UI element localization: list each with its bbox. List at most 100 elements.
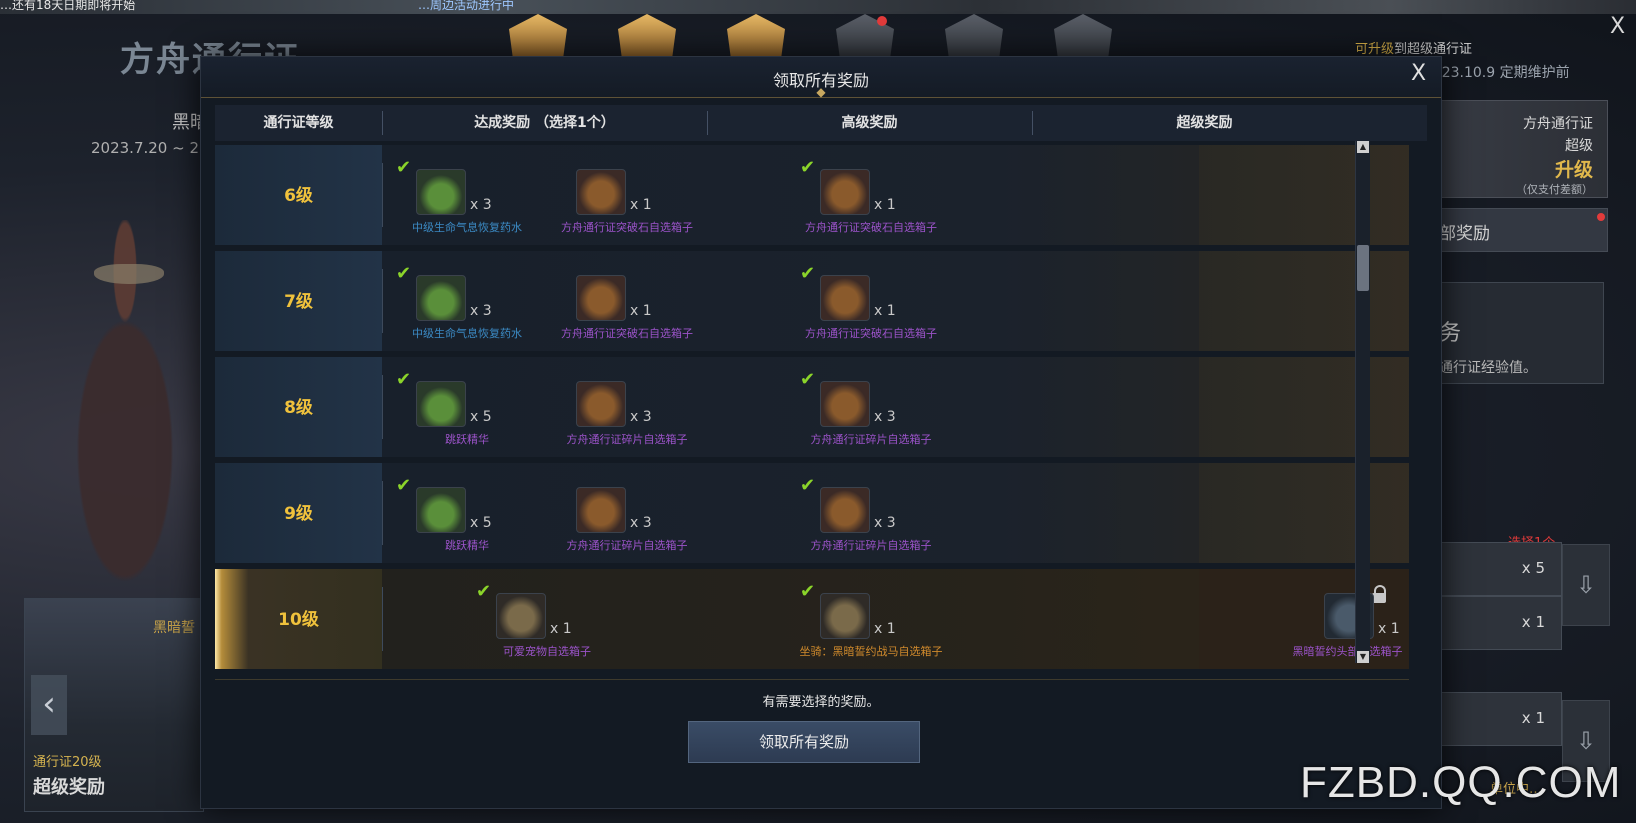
item-name: 方舟通行证碎片自选箱子 <box>566 433 688 446</box>
claim-all-modal: 领取所有奖励 ◆ X 通行证等级 达成奖励 （选择1个） 高级奖励 超级奖励 6… <box>200 56 1442 809</box>
item-name: 跳跃精华 <box>445 539 489 552</box>
col-super-reward: 超级奖励 <box>1176 115 1233 131</box>
window-close-button[interactable]: X <box>1610 14 1625 39</box>
season-dates: 2023.7.20 ~ 20 <box>91 139 209 157</box>
check-icon: ✔ <box>800 157 816 178</box>
top-notice-strip: …还有18天日期即将开始 …周边活动进行中 <box>0 0 1636 14</box>
reward-item[interactable]: ✔ x 5 跳跃精华 <box>382 369 552 449</box>
super-cell <box>1199 145 1409 245</box>
item-name: 可爱宠物自选箱子 <box>503 645 591 658</box>
reward-row: 6级 ✔ x 3 中级生命气息恢复药水 x 1 方舟通行证突破石自选箱子 ✔ x 1 方舟通行证… <box>215 145 1409 245</box>
row-body: ✔ x 3 中级生命气息恢复药水 x 1 方舟通行证突破石自选箱子 ✔ x 1 方舟通行证突破… <box>382 145 1409 245</box>
reward-item[interactable]: ✔ x 1 可爱宠物自选箱子 <box>462 581 632 661</box>
item-qty: x 3 <box>630 409 652 425</box>
scrollbar[interactable]: ▲ ▼ <box>1355 141 1370 663</box>
lock-icon <box>1372 585 1386 603</box>
upgrade-panel-title: 方舟通行证 <box>1523 116 1593 132</box>
row-body: ✔ x 5 跳跃精华 x 3 方舟通行证碎片自选箱子 ✔ x 3 方舟通行证碎片自选箱子 <box>382 463 1409 563</box>
reward-item[interactable]: x 1 方舟通行证突破石自选箱子 <box>542 263 712 343</box>
scroll-thumb[interactable] <box>1357 245 1369 291</box>
ornament-icon: ◆ <box>816 85 826 99</box>
check-icon: ✔ <box>800 369 816 390</box>
item-name: 方舟通行证突破石自选箱子 <box>561 327 693 340</box>
reward-item[interactable]: ✔ x 3 中级生命气息恢复药水 <box>382 263 552 343</box>
super-cell <box>1199 251 1409 351</box>
reward-item[interactable]: x 3 方舟通行证碎片自选箱子 <box>542 475 712 555</box>
reward-item[interactable]: ✔ x 1 方舟通行证突破石自选箱子 <box>786 263 956 343</box>
row-body: ✔ x 5 跳跃精华 x 3 方舟通行证碎片自选箱子 ✔ x 3 方舟通行证碎片自选箱子 <box>382 357 1409 457</box>
reward-item[interactable]: x 1 方舟通行证突破石自选箱子 <box>542 157 712 237</box>
item-qty: x 3 <box>630 515 652 531</box>
level-cell: 8级 <box>215 357 382 457</box>
potion-icon <box>416 275 466 321</box>
item-qty: x 5 <box>470 409 492 425</box>
reward-item[interactable]: ✔ x 5 跳跃精华 <box>382 475 552 555</box>
level-cell: 6级 <box>215 145 382 245</box>
item-qty: x 5 <box>470 515 492 531</box>
column-headers: 通行证等级 达成奖励 （选择1个） 高级奖励 超级奖励 <box>215 105 1427 141</box>
col-achieve-reward: 达成奖励 （选择1个） <box>474 115 615 131</box>
item-name: 方舟通行证碎片自选箱子 <box>810 539 932 552</box>
reward-row: 9级 ✔ x 5 跳跃精华 x 3 方舟通行证碎片自选箱子 ✔ x 3 方舟通行证碎片自选箱子 <box>215 463 1409 563</box>
task-title: 务 <box>1439 321 1462 346</box>
reward-row: 8级 ✔ x 5 跳跃精华 x 3 方舟通行证碎片自选箱子 ✔ x 3 方舟通行证碎片自选箱子 <box>215 357 1409 457</box>
row-divider <box>382 269 383 333</box>
helm-icon <box>496 593 546 639</box>
level-label: 7级 <box>284 292 313 312</box>
upgrade-panel-tier: 超级 <box>1565 138 1593 154</box>
level-cell: 9级 <box>215 463 382 563</box>
item-qty: x 3 <box>874 409 896 425</box>
reward-rows: 6级 ✔ x 3 中级生命气息恢复药水 x 1 方舟通行证突破石自选箱子 ✔ x 1 方舟通行证… <box>215 145 1409 690</box>
reward-item[interactable]: ✔ x 1 坐骑：黑暗誓约战马自选箱子 <box>786 581 956 661</box>
item-name: 方舟通行证突破石自选箱子 <box>805 221 937 234</box>
close-icon[interactable]: X <box>1411 61 1426 86</box>
check-icon: ✔ <box>396 475 412 496</box>
chest-icon <box>576 169 626 215</box>
item-name: 坐骑：黑暗誓约战马自选箱子 <box>799 645 943 658</box>
chest-icon <box>820 169 870 215</box>
left-reward-card[interactable]: 黑暗誓 ‹ 通行证20级 超级奖励 <box>24 598 204 812</box>
item-qty: x 3 <box>874 515 896 531</box>
col-premium-reward: 高级奖励 <box>841 115 898 131</box>
item-qty: x 3 <box>470 197 492 213</box>
download-icon[interactable]: ⇩ <box>1562 544 1610 626</box>
item-name: 跳跃精华 <box>445 433 489 446</box>
row-divider <box>382 481 383 545</box>
level-label: 10级 <box>278 610 319 630</box>
item-name: 中级生命气息恢复药水 <box>412 327 522 340</box>
upgrade-panel-note: （仅支付差额） <box>1516 183 1593 196</box>
top-notice-mid: …周边活动进行中 <box>418 0 515 12</box>
slot-qty: x 1 <box>1521 709 1545 727</box>
reward-item[interactable]: ✔ x 3 中级生命气息恢复药水 <box>382 157 552 237</box>
reward-row: 7级 ✔ x 3 中级生命气息恢复药水 x 1 方舟通行证突破石自选箱子 ✔ x 1 方舟通行证… <box>215 251 1409 351</box>
item-name: 方舟通行证突破石自选箱子 <box>561 221 693 234</box>
level-cell: 10级 <box>215 569 382 669</box>
check-icon: ✔ <box>396 157 412 178</box>
chest-icon <box>576 381 626 427</box>
check-icon: ✔ <box>800 475 816 496</box>
row-divider <box>382 587 383 651</box>
item-qty: x 1 <box>874 621 896 637</box>
check-icon: ✔ <box>396 263 412 284</box>
chest-icon <box>576 487 626 533</box>
reward-item[interactable]: ✔ x 3 方舟通行证碎片自选箱子 <box>786 475 956 555</box>
claim-all-background-label: 部奖励 <box>1439 224 1490 244</box>
left-card-reward: 超级奖励 <box>33 777 105 798</box>
item-qty: x 1 <box>874 303 896 319</box>
reward-item[interactable]: ✔ x 1 方舟通行证突破石自选箱子 <box>786 157 956 237</box>
scroll-down-icon[interactable]: ▼ <box>1357 651 1369 663</box>
potion-icon <box>416 169 466 215</box>
selection-note: 有需要选择的奖励。 <box>762 695 880 710</box>
check-icon: ✔ <box>800 581 816 602</box>
prev-arrow-icon[interactable]: ‹ <box>31 675 67 735</box>
chest-icon <box>576 275 626 321</box>
check-icon: ✔ <box>800 263 816 284</box>
upgrade-panel-action: 升级 <box>1554 159 1593 181</box>
claim-all-button[interactable]: 领取所有奖励 <box>688 721 920 763</box>
level-label: 9级 <box>284 504 313 524</box>
reward-item[interactable]: ✔ x 3 方舟通行证碎片自选箱子 <box>786 369 956 449</box>
reward-item[interactable]: x 1 黑暗誓约头部自选箱子（通行证） <box>1290 581 1409 661</box>
alert-dot-icon <box>877 16 887 26</box>
reward-item[interactable]: x 3 方舟通行证碎片自选箱子 <box>542 369 712 449</box>
scroll-up-icon[interactable]: ▲ <box>1357 141 1369 153</box>
